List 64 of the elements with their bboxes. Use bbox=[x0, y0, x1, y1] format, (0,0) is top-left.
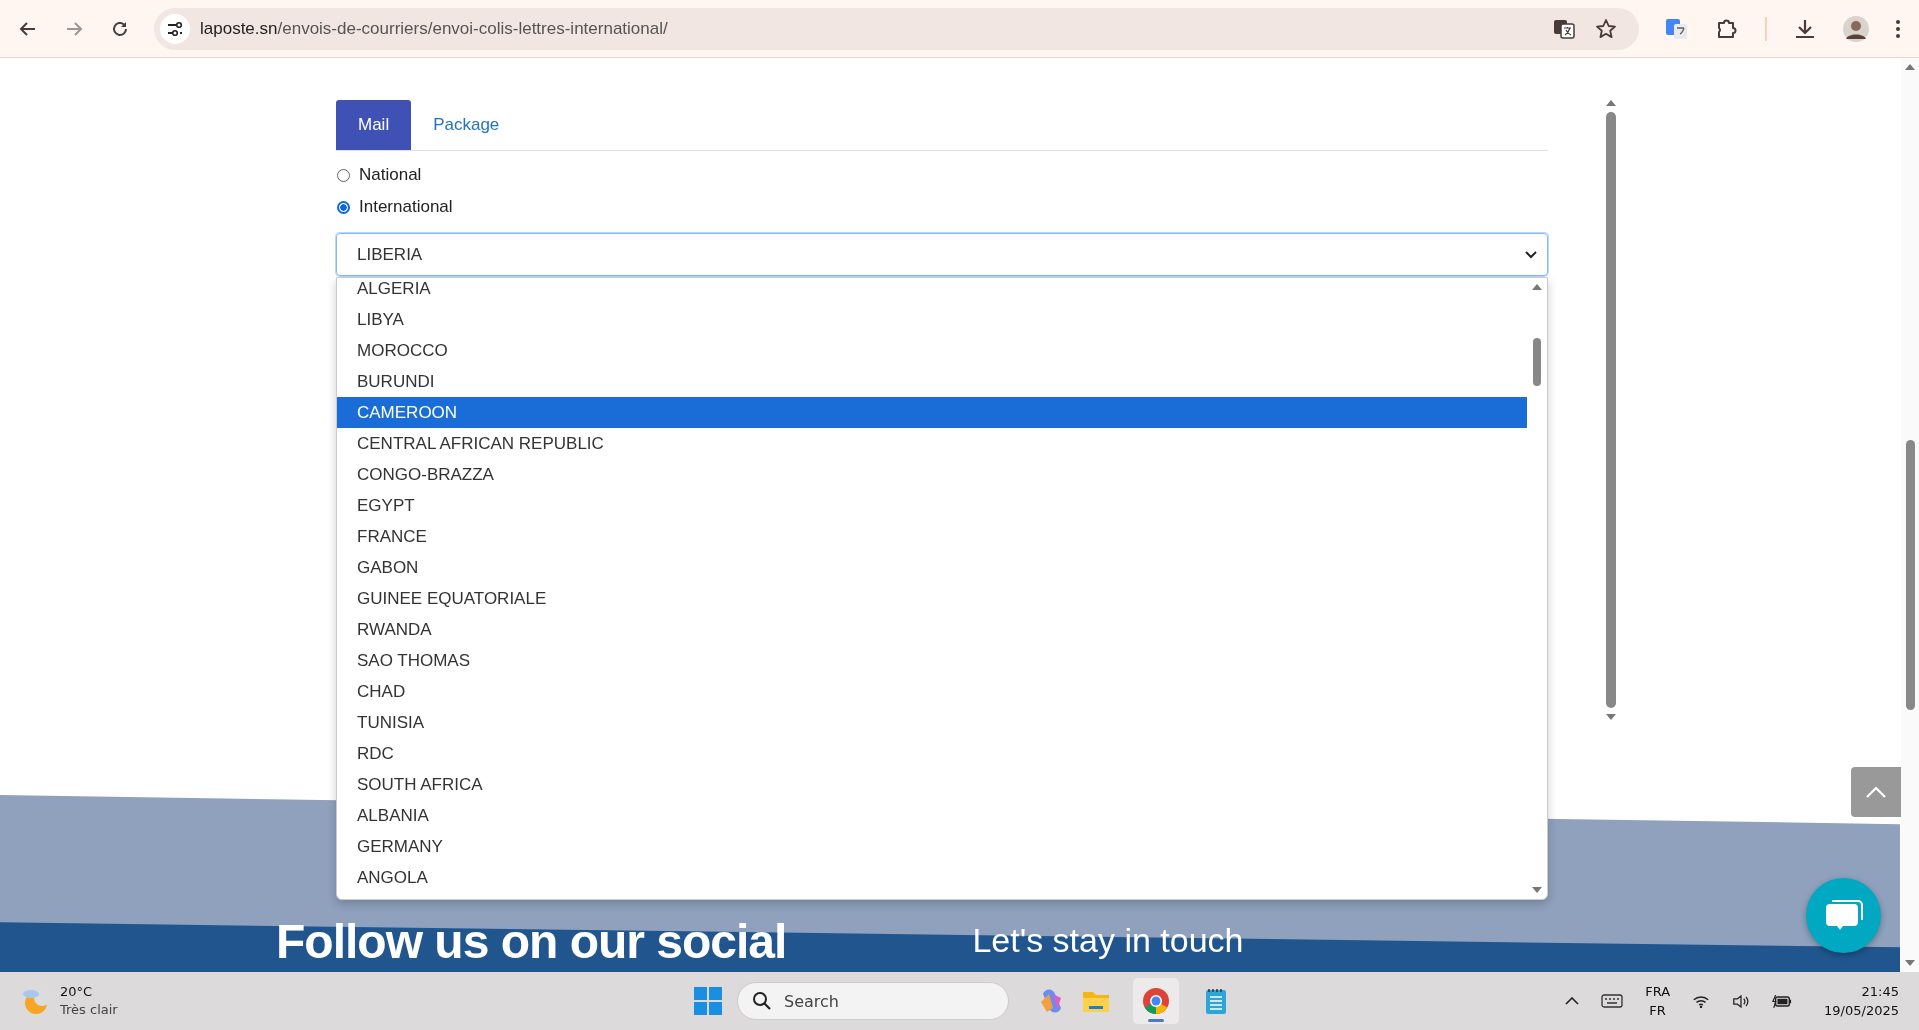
weather-condition: Très clair bbox=[60, 1001, 118, 1019]
menu-icon[interactable] bbox=[1895, 17, 1901, 40]
radio-button[interactable] bbox=[337, 200, 350, 214]
radio-label: International bbox=[359, 197, 453, 217]
browser-logo-icon bbox=[1141, 986, 1171, 1016]
dropdown-option[interactable]: GABON bbox=[337, 552, 1527, 583]
page-scrollbar[interactable] bbox=[1901, 58, 1919, 972]
dropdown-option[interactable]: ALGERIA bbox=[337, 278, 1527, 304]
scroll-thumb[interactable] bbox=[1606, 112, 1616, 708]
panel-scrollbar[interactable] bbox=[1604, 100, 1618, 720]
scroll-up-icon[interactable] bbox=[1532, 284, 1542, 290]
dropdown-option[interactable]: TUNISIA bbox=[337, 707, 1527, 738]
windows-logo-icon[interactable] bbox=[693, 986, 723, 1016]
tab[interactable]: Mail bbox=[336, 100, 412, 150]
translate-icon[interactable] bbox=[1553, 17, 1575, 40]
dropdown-option[interactable]: BURUNDI bbox=[337, 366, 1527, 397]
star-icon[interactable] bbox=[1595, 17, 1617, 40]
dropdown-option[interactable]: SOUTH AFRICA bbox=[337, 769, 1527, 800]
dropdown-option[interactable]: CENTRAL AFRICAN REPUBLIC bbox=[337, 428, 1527, 459]
dropdown-option[interactable]: GUINEE EQUATORIALE bbox=[337, 583, 1527, 614]
dropdown-option[interactable]: CONGO-BRAZZA bbox=[337, 459, 1527, 490]
dropdown-option[interactable]: ALBANIA bbox=[337, 800, 1527, 831]
back-to-top-button[interactable] bbox=[1851, 767, 1901, 817]
chrome-taskbar-button[interactable] bbox=[1133, 978, 1179, 1024]
translate-extension-icon[interactable] bbox=[1665, 16, 1689, 41]
dropdown-option[interactable]: RWANDA bbox=[337, 614, 1527, 645]
scroll-up-icon[interactable] bbox=[1606, 100, 1616, 106]
dropdown-option[interactable]: MOROCCO bbox=[337, 335, 1527, 366]
tab[interactable]: Package bbox=[411, 100, 522, 150]
dropdown-option[interactable]: ANGOLA bbox=[337, 862, 1527, 893]
footer-heading: Follow us on our social bbox=[276, 916, 787, 969]
chevron-down-icon bbox=[1525, 250, 1537, 259]
dropdown-option[interactable]: RDC bbox=[337, 738, 1527, 769]
weather-temperature: 20°C bbox=[60, 983, 94, 1001]
keyboard-icon[interactable] bbox=[1601, 994, 1624, 1008]
dropdown-option[interactable]: CAMEROON bbox=[337, 397, 1527, 428]
dropdown-option[interactable]: LIBYA bbox=[337, 304, 1527, 335]
country-select[interactable]: LIBERIA bbox=[336, 233, 1548, 276]
dropdown-option[interactable]: FRANCE bbox=[337, 521, 1527, 552]
wifi-icon[interactable] bbox=[1692, 993, 1711, 1009]
speaker-icon[interactable] bbox=[1732, 993, 1751, 1009]
scroll-up-icon[interactable] bbox=[1905, 64, 1915, 70]
search-icon bbox=[752, 991, 772, 1011]
dropdown-option[interactable]: SAO THOMAS bbox=[337, 645, 1527, 676]
address-bar[interactable]: laposte.sn/envois-de-courriers/envoi-colis-lettres-international/ bbox=[154, 7, 1639, 50]
scroll-down-icon[interactable] bbox=[1905, 960, 1915, 966]
dropdown-option[interactable]: EGYPT bbox=[337, 490, 1527, 521]
chevron-up-icon[interactable] bbox=[1565, 997, 1580, 1005]
scroll-thumb[interactable] bbox=[1533, 338, 1541, 386]
profile-avatar-icon[interactable] bbox=[1843, 15, 1869, 42]
dropdown-option[interactable]: CHAD bbox=[337, 676, 1527, 707]
url-text: laposte.sn/envois-de-courriers/envoi-colis-lettres-international/ bbox=[200, 18, 668, 39]
site-settings-icon[interactable] bbox=[160, 13, 190, 44]
scroll-down-icon[interactable] bbox=[1606, 714, 1616, 720]
taskbar-clock[interactable]: 21:45 19/05/2025 bbox=[1824, 982, 1899, 1020]
taskbar-search-field[interactable]: Search bbox=[737, 982, 1009, 1020]
radio-label: National bbox=[359, 165, 422, 185]
dropdown-option[interactable]: GERMANY bbox=[337, 831, 1527, 862]
scroll-thumb[interactable] bbox=[1905, 440, 1915, 710]
scroll-down-icon[interactable] bbox=[1532, 887, 1542, 893]
battery-charging-icon[interactable] bbox=[1772, 994, 1793, 1008]
chevron-up-icon bbox=[1866, 786, 1886, 798]
footer-subheading: Let's stay in touch bbox=[972, 922, 1244, 960]
language-indicator[interactable]: FRA FR bbox=[1645, 982, 1671, 1020]
